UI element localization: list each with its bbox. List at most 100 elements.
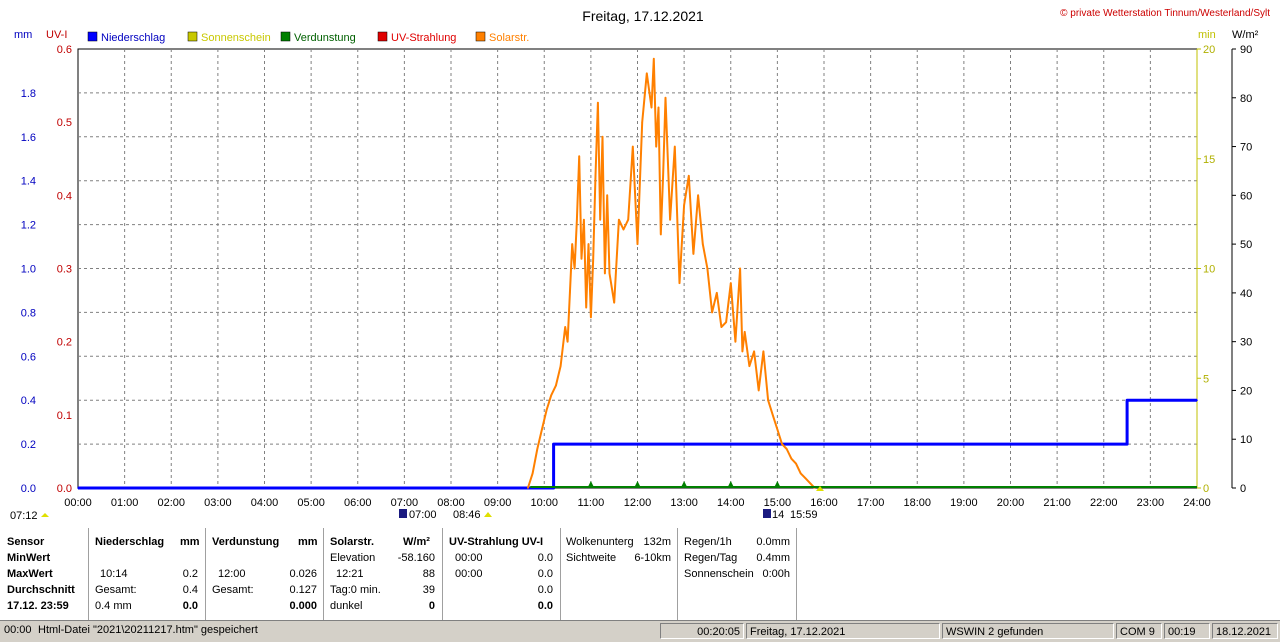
axis-label-uvi: UV-I	[46, 29, 67, 41]
sunrise-time: 07:00	[409, 509, 437, 521]
x-tick-15: 15:00	[764, 497, 792, 509]
solar-elevation-value: -58.160	[397, 552, 435, 564]
series-point-1-65	[767, 399, 769, 402]
x-tick-17: 17:00	[857, 497, 885, 509]
dawn-sun-icon	[41, 513, 49, 517]
series-point-1-69	[785, 448, 788, 450]
x-tick-19: 19:00	[950, 497, 978, 509]
row-current: 17.12. 23:59	[7, 600, 69, 612]
min-tick-0: 0	[1203, 483, 1209, 495]
verdunstung-max-time: 12:00	[218, 568, 246, 580]
series-point-1-15	[580, 257, 583, 260]
series-point-1-17	[585, 306, 588, 309]
series-point-1-72	[799, 472, 802, 475]
mm-tick-1: 0.2	[21, 439, 36, 451]
uvi-tick-0: 0.0	[57, 483, 72, 495]
wm2-tick-0: 0	[1240, 483, 1246, 495]
series-point-1-12	[573, 267, 576, 270]
x-tick-2: 02:00	[157, 497, 185, 509]
wm2-tick-9: 90	[1240, 44, 1252, 56]
series-point-1-41	[662, 175, 664, 177]
niederschlag-gesamt-value: 0.4	[182, 584, 198, 596]
mm-tick-7: 1.4	[21, 176, 36, 188]
legend-label-4: Solarstr.	[489, 32, 529, 44]
dawn-time: 07:12	[10, 510, 38, 522]
status-wswin: WSWIN 2 gefunden	[942, 623, 1114, 639]
legend-label-3: UV-Strahlung	[391, 32, 456, 44]
series-point-1-21	[594, 175, 597, 177]
series-point-1-55	[725, 321, 727, 323]
niederschlag-avg-value: 0.0	[182, 600, 198, 612]
x-tick-9: 09:00	[484, 497, 512, 509]
niederschlag-header: Niederschlag	[95, 536, 165, 548]
series-point-1-64	[762, 350, 765, 353]
series-point-1-44	[674, 145, 676, 148]
sunrise-icon	[399, 509, 407, 518]
legend-swatch-0	[87, 31, 98, 42]
series-point-0-5	[1196, 399, 1198, 402]
copyright-text: © private Wetterstation Tinnum/Westerlan…	[1060, 8, 1270, 19]
series-point-1-36	[650, 106, 653, 109]
series-point-1-60	[743, 331, 746, 333]
series-point-1-3	[541, 428, 543, 431]
verdunstung-max-value: 0.026	[289, 568, 317, 580]
wm2-tick-2: 20	[1240, 385, 1252, 397]
mm-tick-6: 1.2	[21, 220, 36, 232]
wm2-tick-1: 10	[1240, 434, 1252, 446]
series-point-1-70	[790, 457, 793, 460]
niederschlag-gesamt-label: Gesamt:	[95, 584, 137, 596]
verdunstung-current: 0.000	[289, 600, 317, 612]
solar-dunkel-value: 0	[428, 600, 435, 612]
series-point-1-25	[604, 272, 606, 275]
verdunstung-header: Verdunstung	[212, 536, 280, 548]
series-point-1-40	[660, 233, 662, 236]
x-tick-10: 10:00	[530, 497, 558, 509]
uvi-tick-6: 0.6	[57, 44, 72, 56]
verdunstung-gesamt-label: Gesamt:	[212, 584, 254, 596]
solar-max-value: 88	[422, 568, 435, 580]
solar-header: Solarstr.	[330, 536, 375, 548]
row-minwert: MinWert	[7, 552, 51, 564]
uv-avg-value: 0.0	[537, 584, 553, 596]
uvi-tick-2: 0.2	[57, 337, 72, 349]
series-point-1-43	[669, 218, 671, 221]
solar-max-time: 12:21	[336, 568, 364, 580]
x-tick-7: 07:00	[391, 497, 419, 509]
series-point-1-8	[564, 326, 567, 328]
min-tick-1: 5	[1203, 373, 1209, 385]
status-left-time: 00:00	[4, 624, 32, 636]
series-point-1-2	[536, 448, 539, 450]
row-durchschnitt: Durchschnitt	[7, 584, 75, 596]
series-point-1-68	[781, 443, 783, 445]
solar-elevation-label: Elevation	[330, 552, 376, 564]
status-elapsed: 00:20:05	[660, 623, 744, 639]
series-point-1-35	[646, 72, 648, 75]
legend-label-0: Niederschlag	[101, 32, 165, 44]
series-point-1-48	[692, 253, 695, 255]
x-tick-8: 08:00	[437, 497, 465, 509]
series-point-0-4	[1126, 399, 1128, 402]
series-point-1-63	[757, 389, 760, 392]
niederschlag-max-time: 10:14	[100, 568, 128, 580]
legend-label-2: Verdunstung	[294, 32, 356, 44]
wm2-tick-3: 30	[1240, 337, 1252, 349]
mm-tick-2: 0.4	[21, 395, 36, 407]
series-point-1-9	[566, 340, 569, 343]
mm-tick-8: 1.6	[21, 132, 36, 144]
wm2-tick-4: 40	[1240, 288, 1252, 300]
series-point-1-10	[569, 292, 571, 294]
series-point-1-4	[545, 409, 548, 411]
status-message: Html-Datei "2021\20211217.htm" gespeiche…	[38, 624, 258, 636]
series-point-1-58	[739, 267, 741, 270]
series-point-1-37	[653, 57, 655, 60]
series-point-1-57	[734, 340, 737, 343]
mm-tick-4: 0.8	[21, 307, 36, 319]
x-tick-16: 16:00	[810, 497, 838, 509]
series-point-1-47	[687, 175, 690, 177]
series-point-1-45	[678, 282, 681, 284]
min-tick-2: 10	[1203, 264, 1215, 276]
series-point-1-22	[597, 101, 599, 104]
series-point-1-31	[627, 218, 629, 221]
x-tick-12: 12:00	[624, 497, 652, 509]
regen-1h-value: 0.0mm	[756, 536, 790, 548]
